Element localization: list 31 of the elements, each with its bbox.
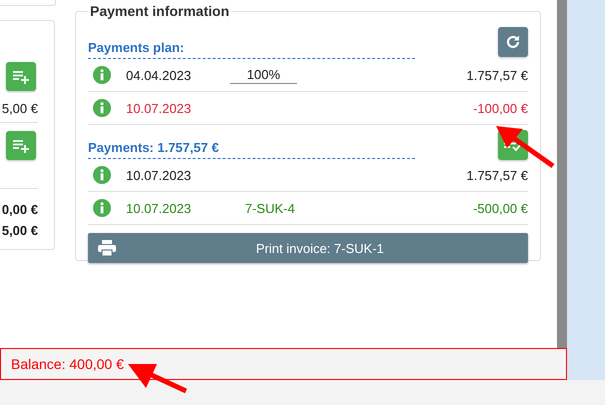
info-icon[interactable] xyxy=(93,166,111,184)
add-list-button[interactable] xyxy=(6,62,36,91)
invoice-text: 7-SUK-4 xyxy=(245,200,295,216)
date-text: 10.07.2023 xyxy=(126,100,192,116)
date-text: 04.04.2023 xyxy=(126,68,192,82)
annotation-arrow xyxy=(496,126,554,168)
printer-icon xyxy=(98,240,116,256)
amount-text: -100,00 € xyxy=(473,100,528,116)
amount-text: 1.757,57 € xyxy=(466,68,528,82)
refresh-button[interactable] xyxy=(498,27,528,57)
section-heading: Payments plan: xyxy=(88,40,415,59)
add-list-icon xyxy=(13,70,29,84)
add-list-button[interactable] xyxy=(6,131,36,160)
amount-text: 5,00 € xyxy=(2,101,38,116)
section-heading: Payments: 1.757,57 € xyxy=(88,140,415,159)
amount-text: 1.757,57 € xyxy=(466,168,528,182)
info-icon[interactable] xyxy=(93,66,111,84)
date-text: 10.07.2023 xyxy=(126,200,192,216)
balance-text: Balance: 400,00 € xyxy=(11,356,124,372)
add-list-icon xyxy=(13,138,29,152)
scrollbar[interactable] xyxy=(557,0,567,348)
total-text: 0,00 € xyxy=(2,201,38,219)
info-icon[interactable] xyxy=(93,99,111,117)
info-icon[interactable] xyxy=(93,199,111,217)
refresh-icon xyxy=(505,34,521,50)
card-title: Payment information xyxy=(89,3,230,19)
date-text: 10.07.2023 xyxy=(126,168,192,182)
print-invoice-button[interactable]: Print invoice: 7-SUK-1 xyxy=(88,233,528,263)
total-text: 5,00 € xyxy=(2,222,38,240)
percent-field[interactable]: 100% xyxy=(230,66,297,84)
amount-text: -500,00 € xyxy=(473,200,528,216)
